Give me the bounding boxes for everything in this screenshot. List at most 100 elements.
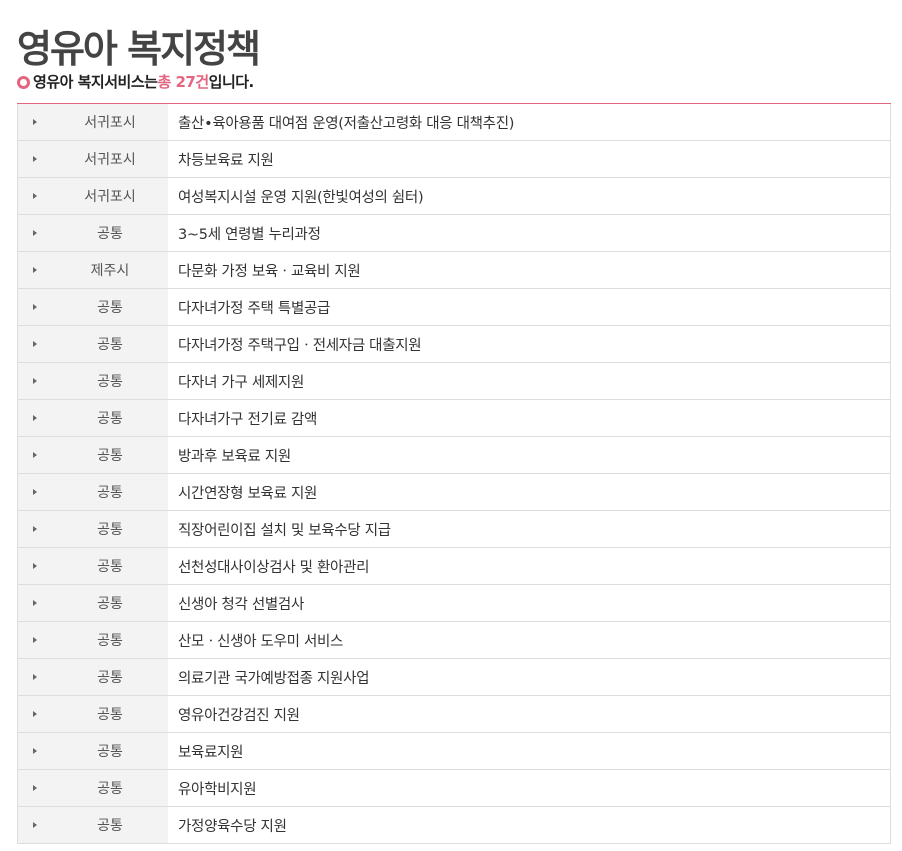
row-arrow-cell	[18, 104, 52, 140]
row-arrow-cell	[18, 141, 52, 177]
service-row[interactable]: 공통 방과후 보육료 지원	[17, 437, 891, 474]
triangle-right-icon	[33, 563, 37, 569]
service-count: 총 27건	[157, 73, 209, 91]
row-arrow-cell	[18, 252, 52, 288]
triangle-right-icon	[33, 119, 37, 125]
service-row[interactable]: 공통 유아학비지원	[17, 770, 891, 807]
service-row[interactable]: 공통 다자녀 가구 세제지원	[17, 363, 891, 400]
service-title-link[interactable]: 보육료지원	[168, 733, 890, 769]
triangle-right-icon	[33, 156, 37, 162]
service-region: 제주시	[52, 252, 168, 288]
service-title-link[interactable]: 신생아 청각 선별검사	[168, 585, 890, 621]
triangle-right-icon	[33, 230, 37, 236]
row-arrow-cell	[18, 807, 52, 843]
service-region: 공통	[52, 326, 168, 362]
row-arrow-cell	[18, 696, 52, 732]
service-region: 공통	[52, 437, 168, 473]
row-arrow-cell	[18, 659, 52, 695]
service-row[interactable]: 공통 가정양육수당 지원	[17, 807, 891, 844]
row-arrow-cell	[18, 585, 52, 621]
triangle-right-icon	[33, 674, 37, 680]
service-title-link[interactable]: 다자녀가정 주택 특별공급	[168, 289, 890, 325]
service-region: 공통	[52, 659, 168, 695]
triangle-right-icon	[33, 785, 37, 791]
circle-bullet-icon	[17, 75, 30, 89]
service-title-link[interactable]: 다문화 가정 보육ㆍ교육비 지원	[168, 252, 890, 288]
service-title-link[interactable]: 산모ㆍ신생아 도우미 서비스	[168, 622, 890, 658]
service-region: 공통	[52, 733, 168, 769]
service-region: 서귀포시	[52, 178, 168, 214]
service-title-link[interactable]: 여성복지시설 운영 지원(한빛여성의 쉼터)	[168, 178, 890, 214]
service-title-link[interactable]: 가정양육수당 지원	[168, 807, 890, 843]
service-region: 공통	[52, 474, 168, 510]
row-arrow-cell	[18, 474, 52, 510]
service-title-link[interactable]: 방과후 보육료 지원	[168, 437, 890, 473]
service-title-link[interactable]: 다자녀가구 전기료 감액	[168, 400, 890, 436]
service-row[interactable]: 서귀포시 출산•육아용품 대여점 운영(저출산고령화 대응 대책추진)	[17, 104, 891, 141]
triangle-right-icon	[33, 452, 37, 458]
triangle-right-icon	[33, 378, 37, 384]
service-title-link[interactable]: 3~5세 연령별 누리과정	[168, 215, 890, 251]
service-row[interactable]: 공통 다자녀가구 전기료 감액	[17, 400, 891, 437]
summary-prefix: 영유아 복지서비스는	[33, 73, 158, 91]
row-arrow-cell	[18, 289, 52, 325]
triangle-right-icon	[33, 193, 37, 199]
service-title-link[interactable]: 선천성대사이상검사 및 환아관리	[168, 548, 890, 584]
row-arrow-cell	[18, 548, 52, 584]
triangle-right-icon	[33, 526, 37, 532]
triangle-right-icon	[33, 600, 37, 606]
row-arrow-cell	[18, 215, 52, 251]
row-arrow-cell	[18, 178, 52, 214]
triangle-right-icon	[33, 267, 37, 273]
service-row[interactable]: 공통 선천성대사이상검사 및 환아관리	[17, 548, 891, 585]
service-region: 공통	[52, 400, 168, 436]
service-region: 공통	[52, 807, 168, 843]
triangle-right-icon	[33, 489, 37, 495]
triangle-right-icon	[33, 637, 37, 643]
service-title-link[interactable]: 차등보육료 지원	[168, 141, 890, 177]
service-region: 공통	[52, 215, 168, 251]
service-row[interactable]: 공통 신생아 청각 선별검사	[17, 585, 891, 622]
row-arrow-cell	[18, 733, 52, 769]
service-title-link[interactable]: 의료기관 국가예방접종 지원사업	[168, 659, 890, 695]
service-title-link[interactable]: 시간연장형 보육료 지원	[168, 474, 890, 510]
service-title-link[interactable]: 다자녀 가구 세제지원	[168, 363, 890, 399]
service-title-link[interactable]: 유아학비지원	[168, 770, 890, 806]
service-list: 서귀포시 출산•육아용품 대여점 운영(저출산고령화 대응 대책추진) 서귀포시 차등…	[17, 103, 891, 844]
triangle-right-icon	[33, 711, 37, 717]
triangle-right-icon	[33, 822, 37, 828]
service-region: 공통	[52, 548, 168, 584]
service-row[interactable]: 공통 보육료지원	[17, 733, 891, 770]
service-row[interactable]: 공통 직장어린이집 설치 및 보육수당 지급	[17, 511, 891, 548]
service-title-link[interactable]: 출산•육아용품 대여점 운영(저출산고령화 대응 대책추진)	[168, 104, 890, 140]
service-region: 공통	[52, 770, 168, 806]
service-region: 공통	[52, 696, 168, 732]
row-arrow-cell	[18, 622, 52, 658]
row-arrow-cell	[18, 400, 52, 436]
service-row[interactable]: 제주시 다문화 가정 보육ㆍ교육비 지원	[17, 252, 891, 289]
service-region: 서귀포시	[52, 104, 168, 140]
service-row[interactable]: 서귀포시 여성복지시설 운영 지원(한빛여성의 쉼터)	[17, 178, 891, 215]
service-title-link[interactable]: 직장어린이집 설치 및 보육수당 지급	[168, 511, 890, 547]
service-row[interactable]: 공통 산모ㆍ신생아 도우미 서비스	[17, 622, 891, 659]
service-row[interactable]: 공통 영유아건강검진 지원	[17, 696, 891, 733]
service-title-link[interactable]: 다자녀가정 주택구입ㆍ전세자금 대출지원	[168, 326, 890, 362]
service-row[interactable]: 공통 다자녀가정 주택 특별공급	[17, 289, 891, 326]
summary-suffix: 입니다.	[208, 73, 255, 91]
triangle-right-icon	[33, 748, 37, 754]
service-region: 공통	[52, 585, 168, 621]
row-arrow-cell	[18, 511, 52, 547]
service-region: 공통	[52, 511, 168, 547]
triangle-right-icon	[33, 341, 37, 347]
service-title-link[interactable]: 영유아건강검진 지원	[168, 696, 890, 732]
row-arrow-cell	[18, 363, 52, 399]
service-row[interactable]: 공통 3~5세 연령별 누리과정	[17, 215, 891, 252]
row-arrow-cell	[18, 326, 52, 362]
service-row[interactable]: 공통 의료기관 국가예방접종 지원사업	[17, 659, 891, 696]
service-row[interactable]: 공통 시간연장형 보육료 지원	[17, 474, 891, 511]
service-region: 공통	[52, 363, 168, 399]
service-row[interactable]: 공통 다자녀가정 주택구입ㆍ전세자금 대출지원	[17, 326, 891, 363]
service-row[interactable]: 서귀포시 차등보육료 지원	[17, 141, 891, 178]
triangle-right-icon	[33, 415, 37, 421]
service-region: 공통	[52, 289, 168, 325]
